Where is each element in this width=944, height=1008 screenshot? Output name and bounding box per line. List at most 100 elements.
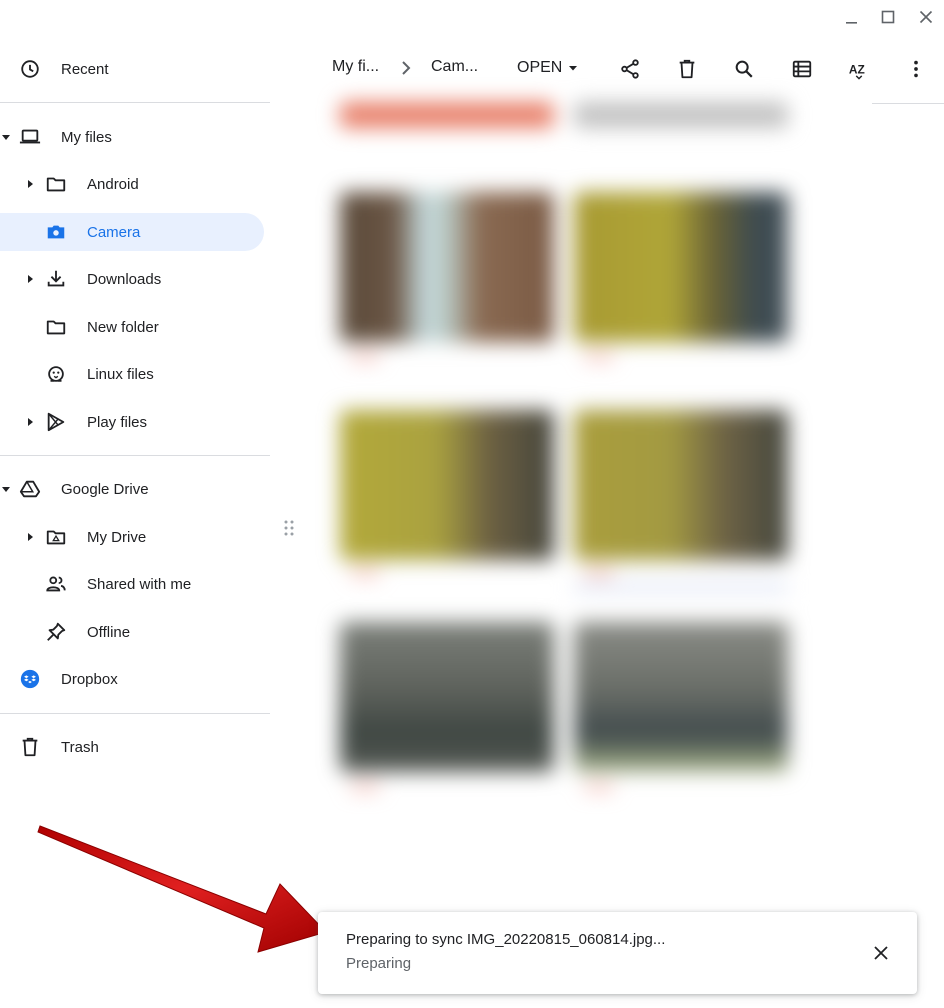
dropdown-arrow-icon <box>569 66 578 71</box>
breadcrumb-my-files[interactable]: My fi... <box>332 58 379 76</box>
file-thumbnail[interactable] <box>574 410 788 560</box>
google-drive-icon <box>19 478 41 500</box>
dropbox-icon <box>19 668 41 690</box>
camera-folder-icon <box>45 221 67 243</box>
sidebar-item-label: My Drive <box>87 528 147 546</box>
file-thumbnail[interactable] <box>574 192 788 342</box>
file-caption <box>584 784 614 790</box>
expand-arrow-icon[interactable] <box>24 273 36 285</box>
sync-toast: Preparing to sync IMG_20220815_060814.jp… <box>318 912 917 994</box>
expand-arrow-icon[interactable] <box>24 531 36 543</box>
list-view-icon <box>792 60 812 78</box>
file-thumbnail[interactable] <box>340 410 554 560</box>
sidebar-item-trash[interactable]: Trash <box>0 728 264 766</box>
pin-icon <box>45 621 67 643</box>
search-icon <box>735 60 753 78</box>
sidebar-item-label: Google Drive <box>61 480 149 498</box>
file-caption <box>584 570 614 576</box>
sidebar-item-label: Android <box>87 175 139 193</box>
sidebar-item-label: Dropbox <box>61 670 118 688</box>
sidebar-item-my-files[interactable]: My files <box>0 118 264 156</box>
play-store-icon <box>45 411 67 433</box>
sidebar-item-play-files[interactable]: Play files <box>0 403 264 441</box>
minimize-icon <box>846 22 857 24</box>
sidebar-item-my-drive[interactable]: My Drive <box>0 518 264 556</box>
sidebar-item-camera[interactable]: Camera <box>0 213 264 251</box>
close-icon <box>874 946 888 960</box>
file-thumbnail[interactable] <box>574 622 788 772</box>
sidebar-item-label: Camera <box>87 223 141 241</box>
collapse-arrow-icon[interactable] <box>0 131 12 143</box>
file-grid <box>312 92 824 832</box>
people-icon <box>45 573 67 595</box>
collapse-arrow-icon[interactable] <box>0 483 12 495</box>
sidebar-item-label: Offline <box>87 623 131 641</box>
file-caption <box>350 784 380 790</box>
breadcrumb-camera[interactable]: Cam... <box>431 58 478 76</box>
file-thumbnail[interactable] <box>340 102 554 128</box>
list-view-button[interactable] <box>789 56 815 82</box>
download-icon <box>45 268 67 290</box>
chevron-right-icon <box>402 61 411 75</box>
sidebar-item-downloads[interactable]: Downloads <box>0 260 264 298</box>
close-window-button[interactable] <box>915 6 937 28</box>
sidebar-divider <box>0 713 270 714</box>
delete-button[interactable] <box>674 56 700 82</box>
drive-folder-icon <box>45 526 67 548</box>
folder-icon <box>45 173 67 195</box>
close-icon <box>919 10 933 24</box>
sidebar-item-recent[interactable]: Recent <box>0 50 264 88</box>
file-caption <box>574 580 788 594</box>
sidebar-item-label: Downloads <box>87 270 162 288</box>
sidebar-item-label: Play files <box>87 413 148 431</box>
file-caption <box>584 354 614 360</box>
toast-title: Preparing to sync IMG_20220815_060814.jp… <box>346 931 666 948</box>
clock-icon <box>19 58 41 80</box>
sort-button[interactable]: AZ <box>846 56 872 82</box>
sidebar-item-offline[interactable]: Offline <box>0 613 264 651</box>
file-thumbnail[interactable] <box>574 102 788 128</box>
svg-text:AZ: AZ <box>849 63 865 77</box>
file-caption <box>350 354 380 360</box>
trash-icon <box>19 736 41 758</box>
annotation-arrow <box>37 825 327 953</box>
toolbar-divider <box>872 103 944 104</box>
sidebar-item-label: Shared with me <box>87 575 192 593</box>
sidebar-item-shared-with-me[interactable]: Shared with me <box>0 565 264 603</box>
sidebar-item-google-drive[interactable]: Google Drive <box>0 470 264 508</box>
laptop-icon <box>19 126 41 148</box>
sidebar-item-label: My files <box>61 128 112 146</box>
share-icon <box>621 59 639 79</box>
toast-dismiss-button[interactable] <box>869 941 893 965</box>
sidebar-item-new-folder[interactable]: New folder <box>0 308 264 346</box>
sidebar-item-label: Linux files <box>87 365 154 383</box>
more-button[interactable] <box>903 56 929 82</box>
file-thumbnail[interactable] <box>340 622 554 772</box>
minimize-button[interactable] <box>840 6 862 28</box>
toast-status: Preparing <box>346 955 412 972</box>
maximize-icon <box>881 10 895 24</box>
delete-icon <box>679 59 695 79</box>
maximize-button[interactable] <box>877 6 899 28</box>
open-button-label: OPEN <box>517 59 563 76</box>
search-button[interactable] <box>731 56 757 82</box>
sidebar-divider <box>0 455 270 456</box>
resize-handle-icon[interactable] <box>283 518 295 538</box>
expand-arrow-icon[interactable] <box>24 416 36 428</box>
folder-icon <box>45 316 67 338</box>
sidebar-divider <box>0 102 270 103</box>
sidebar-item-label: Trash <box>61 738 99 756</box>
sidebar-item-linux-files[interactable]: Linux files <box>0 355 264 393</box>
sidebar-item-dropbox[interactable]: Dropbox <box>0 660 264 698</box>
sidebar-item-android[interactable]: Android <box>0 165 264 203</box>
file-thumbnail[interactable] <box>340 192 554 342</box>
more-icon <box>914 60 918 78</box>
share-button[interactable] <box>617 56 643 82</box>
open-button[interactable]: OPEN <box>517 54 578 82</box>
sidebar-item-label: New folder <box>87 318 159 336</box>
file-caption <box>350 570 380 576</box>
toolbar: My fi... Cam... OPEN AZ <box>310 48 944 90</box>
expand-arrow-icon[interactable] <box>24 178 36 190</box>
sort-icon: AZ <box>849 63 865 80</box>
sidebar-item-label: Recent <box>61 60 109 78</box>
